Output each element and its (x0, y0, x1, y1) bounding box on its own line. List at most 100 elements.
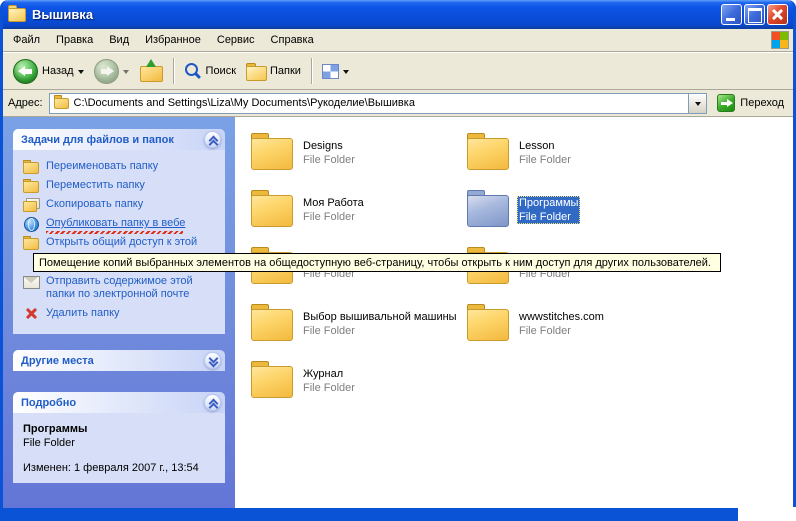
other-places-panel-header[interactable]: Другие места (13, 350, 225, 371)
file-item[interactable]: Журнал File Folder (251, 361, 467, 418)
file-name: Программы (517, 196, 580, 210)
tasks-panel-header[interactable]: Задачи для файлов и папок (13, 129, 225, 150)
rename-folder-icon (23, 160, 39, 173)
other-places-panel-title: Другие места (21, 355, 94, 367)
tasks-panel-body: Переименовать папку Переместить папку Ск… (13, 150, 225, 334)
forward-button[interactable] (89, 56, 134, 87)
explorer-window: Вышивка Файл Правка Вид Избранное Сервис… (0, 0, 796, 521)
delete-icon (23, 307, 39, 320)
menu-item-view[interactable]: Вид (101, 31, 137, 49)
email-icon (23, 275, 39, 288)
file-type: File Folder (517, 324, 606, 338)
go-button[interactable]: Переход (713, 94, 788, 112)
task-rename-folder[interactable]: Переименовать папку (23, 160, 221, 173)
task-label: Удалить папку (46, 307, 120, 320)
views-button[interactable] (317, 61, 354, 82)
file-name: Выбор вышивальной машины (301, 310, 459, 324)
file-text: Lesson File Folder (517, 139, 573, 167)
menu-item-help[interactable]: Справка (263, 31, 322, 49)
address-folder-icon (54, 98, 69, 109)
forward-dropdown-icon[interactable] (123, 70, 129, 77)
task-copy-folder[interactable]: Скопировать папку (23, 198, 221, 211)
details-panel: Подробно Программы File Folder Изменен: … (13, 392, 225, 483)
file-type: File Folder (301, 381, 357, 395)
other-places-panel: Другие места (13, 350, 225, 371)
file-name: Designs (301, 139, 357, 153)
windows-logo-icon (771, 31, 789, 49)
toolbar-separator (311, 58, 312, 84)
task-label: Скопировать папку (46, 198, 143, 211)
chevron-up-icon[interactable] (204, 131, 221, 148)
menu-item-tools[interactable]: Сервис (209, 31, 263, 49)
file-item[interactable]: Выбор вышивальной машины File Folder (251, 304, 467, 361)
file-name: wwwstitches.com (517, 310, 606, 324)
details-panel-body: Программы File Folder Изменен: 1 февраля… (13, 413, 225, 483)
menu-item-edit[interactable]: Правка (48, 31, 101, 49)
task-email-folder[interactable]: Отправить содержимое этой папки по элект… (23, 275, 221, 301)
details-panel-title: Подробно (21, 397, 76, 409)
up-folder-icon (139, 60, 163, 82)
share-folder-icon (23, 236, 39, 249)
details-type: File Folder (23, 437, 221, 449)
task-pane: Задачи для файлов и папок Переименовать … (3, 117, 235, 508)
tooltip: Помещение копий выбранных элементов на о… (33, 253, 721, 272)
folder-icon (467, 195, 509, 227)
menu-bar: Файл Правка Вид Избранное Сервис Справка (3, 29, 793, 52)
task-label: Отправить содержимое этой папки по элект… (46, 275, 218, 301)
menu-item-file[interactable]: Файл (5, 31, 48, 49)
file-item[interactable]: Моя Работа File Folder (251, 190, 467, 247)
folder-icon (251, 366, 293, 398)
address-bar: Адрес: C:\Documents and Settings\Liza\My… (3, 90, 793, 117)
folder-icon (251, 138, 293, 170)
file-text: wwwstitches.com File Folder (517, 310, 606, 338)
menu-item-favorites[interactable]: Избранное (137, 31, 209, 49)
back-label: Назад (42, 65, 74, 77)
file-text: Программы File Folder (517, 196, 580, 224)
address-input[interactable]: C:\Documents and Settings\Liza\My Docume… (49, 93, 708, 114)
file-item-selected[interactable]: Программы File Folder (467, 190, 683, 247)
folder-icon (251, 309, 293, 341)
window-folder-icon (8, 8, 26, 22)
up-button[interactable] (134, 57, 168, 85)
folder-icon (251, 195, 293, 227)
task-move-folder[interactable]: Переместить папку (23, 179, 221, 192)
toolbar: Назад Поиск Папки (3, 52, 793, 90)
title-bar[interactable]: Вышивка (3, 0, 793, 29)
folders-icon (246, 63, 266, 79)
search-button[interactable]: Поиск (179, 59, 241, 83)
close-button[interactable] (767, 4, 788, 25)
maximize-button[interactable] (744, 4, 765, 25)
publish-web-icon (23, 217, 39, 230)
move-folder-icon (23, 179, 39, 192)
file-type: File Folder (301, 153, 357, 167)
folders-label: Папки (270, 65, 301, 77)
details-panel-header[interactable]: Подробно (13, 392, 225, 413)
file-name: Lesson (517, 139, 573, 153)
folder-icon (467, 309, 509, 341)
task-share-folder[interactable]: Открыть общий доступ к этой (23, 236, 221, 249)
chevron-down-icon[interactable] (204, 352, 221, 369)
file-item[interactable]: Lesson File Folder (467, 133, 683, 190)
tasks-panel-title: Задачи для файлов и папок (21, 134, 174, 146)
file-type: File Folder (517, 210, 580, 224)
file-list-area: Designs File Folder Lesson File Folder М… (235, 117, 793, 508)
file-type: File Folder (517, 153, 573, 167)
task-delete-folder[interactable]: Удалить папку (23, 307, 221, 320)
file-name: Моя Работа (301, 196, 366, 210)
task-publish-folder[interactable]: Опубликовать папку в вебе (23, 217, 221, 230)
file-item[interactable]: wwwstitches.com File Folder (467, 304, 683, 361)
minimize-button[interactable] (721, 4, 742, 25)
file-item[interactable]: Designs File Folder (251, 133, 467, 190)
folder-icon (467, 138, 509, 170)
folders-button[interactable]: Папки (241, 60, 306, 82)
back-button[interactable]: Назад (8, 56, 89, 87)
address-dropdown-button[interactable] (688, 94, 706, 113)
file-type: File Folder (301, 324, 459, 338)
views-dropdown-icon[interactable] (343, 70, 349, 77)
file-text: Designs File Folder (301, 139, 357, 167)
file-type: File Folder (301, 210, 366, 224)
chevron-up-icon[interactable] (204, 394, 221, 411)
back-dropdown-icon[interactable] (78, 70, 84, 77)
copy-folder-icon (23, 198, 39, 211)
search-icon (184, 62, 202, 80)
